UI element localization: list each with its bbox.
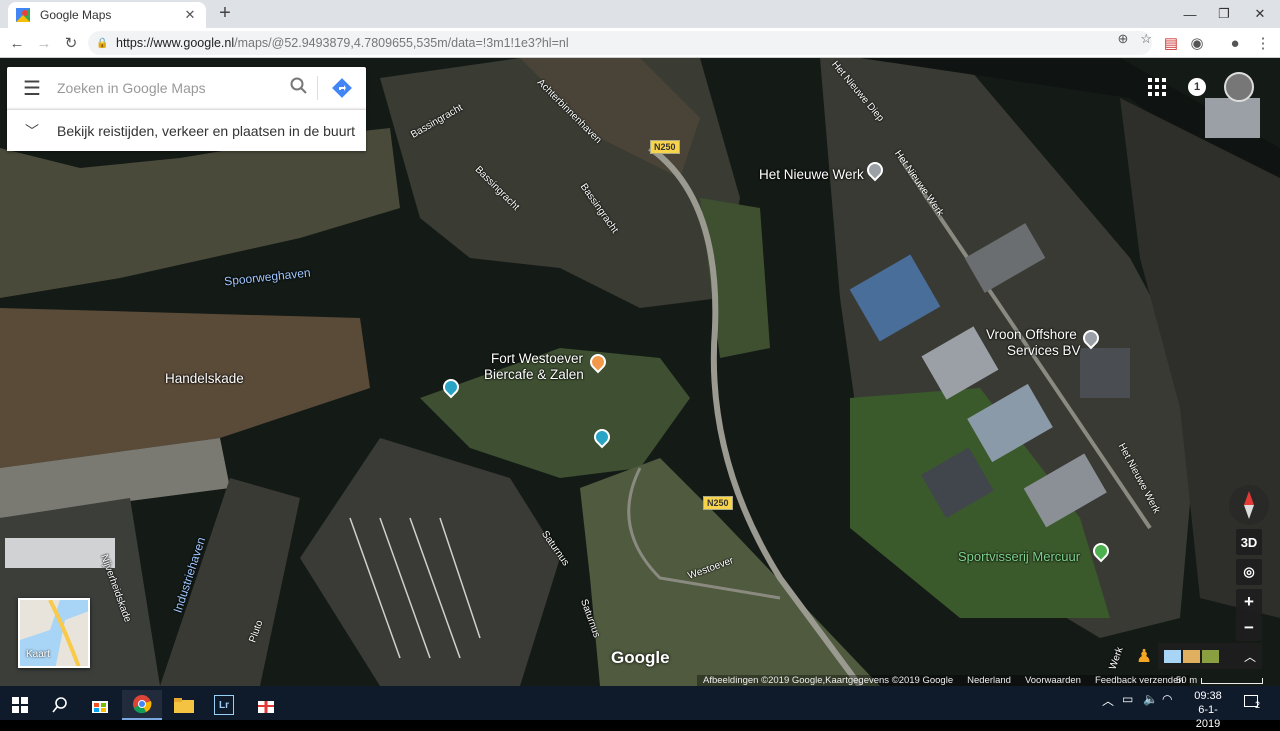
tab-strip: Google Maps ✕ + — ❐ ✕	[0, 0, 1280, 28]
label-handelskade: Handelskade	[165, 371, 244, 386]
menu-kebab-icon[interactable]: ⋮	[1252, 32, 1274, 54]
account-avatar[interactable]	[1224, 72, 1254, 102]
layer-thumbnail[interactable]	[1202, 649, 1219, 663]
url-text: https://www.google.nl/maps/@52.9493879,4…	[116, 36, 569, 50]
search-box: ☰	[7, 67, 366, 109]
address-bar[interactable]: 🔒 https://www.google.nl/maps/@52.9493879…	[88, 31, 1152, 55]
minimap-label: Kaart	[26, 649, 50, 660]
search-input[interactable]	[57, 80, 281, 96]
layer-thumbnail[interactable]	[1164, 649, 1181, 663]
clock-date: 6-1-2019	[1195, 704, 1221, 730]
label-fort-westoever[interactable]: Fort Westoever	[491, 351, 583, 366]
new-tab-button[interactable]: +	[214, 3, 236, 25]
terms-link[interactable]: Voorwaarden	[1025, 675, 1081, 686]
extension-icon[interactable]: ◉	[1186, 32, 1208, 54]
google-logo: Google	[611, 648, 670, 667]
imagery-credit: Afbeeldingen ©2019 Google,Kaartgegevens …	[703, 675, 954, 686]
road-badge-n250: N250	[703, 496, 733, 510]
my-location-icon: ◎	[1243, 564, 1255, 579]
search-taskbar-button[interactable]	[40, 690, 80, 720]
omnibox-icons: ⊕ ☆	[1117, 31, 1152, 47]
tab-title: Google Maps	[40, 8, 112, 22]
pdf-extension-icon[interactable]: ▤	[1160, 32, 1182, 54]
taskbar-clock[interactable]: 09:38 6-1-2019	[1186, 689, 1230, 731]
pegman-icon[interactable]: ♟	[1136, 646, 1152, 667]
satellite-map[interactable]: Fort Westoever Biercafe & Zalen Het Nieu…	[0, 58, 1280, 686]
label-het-nieuwe-werk[interactable]: Het Nieuwe Werk	[759, 167, 864, 182]
country-link[interactable]: Nederland	[967, 675, 1011, 686]
action-center-icon[interactable]: 2	[1244, 692, 1260, 710]
minimize-button[interactable]: —	[1172, 0, 1208, 28]
bookmark-star-icon[interactable]: ☆	[1140, 31, 1152, 47]
nearby-text: Bekijk reistijden, verkeer en plaatsen i…	[57, 122, 356, 139]
menu-hamburger-icon[interactable]: ☰	[7, 76, 57, 101]
notification-badge[interactable]: 1	[1188, 78, 1206, 96]
browser-toolbar: ← → ↻ 🔒 https://www.google.nl/maps/@52.9…	[0, 28, 1280, 58]
store-icon[interactable]	[80, 690, 120, 720]
directions-icon	[332, 78, 352, 98]
action-center-count: 2	[1255, 700, 1261, 710]
label-biercafe[interactable]: Biercafe & Zalen	[484, 367, 584, 382]
expand-up-icon[interactable]: ︿	[1244, 648, 1256, 665]
chrome-icon[interactable]	[122, 690, 162, 720]
google-maps-favicon-icon	[16, 8, 30, 22]
scale-bar[interactable]: 50 m	[1176, 675, 1264, 686]
maximize-button[interactable]: ❐	[1206, 0, 1242, 28]
google-apps-icon[interactable]	[1148, 78, 1166, 96]
back-button[interactable]: ←	[6, 32, 28, 54]
label-sportvisserij-mercuur[interactable]: Sportvisserij Mercuur	[958, 549, 1080, 564]
forward-button[interactable]: →	[33, 32, 55, 54]
feedback-link[interactable]: Feedback verzenden	[1095, 675, 1184, 686]
zoom-out-button[interactable]: −	[1236, 615, 1262, 641]
clock-time: 09:38	[1194, 690, 1222, 702]
label-vroon-services[interactable]: Services BV	[1007, 343, 1081, 358]
lock-icon: 🔒	[96, 37, 109, 49]
volume-icon[interactable]: 🔈	[1143, 692, 1158, 706]
nearby-explore-bar[interactable]: ﹀ Bekijk reistijden, verkeer en plaatsen…	[7, 109, 366, 151]
tab-close-icon[interactable]: ✕	[182, 7, 198, 23]
map-footer: Afbeeldingen ©2019 Google,Kaartgegevens …	[697, 675, 1190, 686]
battery-icon[interactable]: ▭	[1122, 692, 1133, 706]
close-window-button[interactable]: ✕	[1242, 0, 1278, 28]
3d-button[interactable]: 3D	[1236, 529, 1262, 555]
layer-thumbnail[interactable]	[1183, 649, 1200, 663]
scale-label: 50 m	[1176, 675, 1198, 686]
compass-icon	[1244, 491, 1254, 519]
gift-app-icon[interactable]	[246, 690, 286, 720]
file-explorer-icon[interactable]	[164, 690, 204, 720]
tab-google-maps[interactable]: Google Maps ✕	[8, 2, 206, 28]
label-vroon-offshore[interactable]: Vroon Offshore	[986, 327, 1077, 342]
map-view-toggle[interactable]: Kaart	[18, 598, 90, 668]
wifi-icon[interactable]: ◠	[1162, 692, 1172, 706]
profile-avatar-icon[interactable]: ●	[1224, 32, 1246, 54]
start-button[interactable]	[0, 690, 40, 720]
zoom-in-button[interactable]: +	[1236, 589, 1262, 615]
chevron-down-icon[interactable]: ﹀	[7, 121, 57, 141]
lightroom-icon[interactable]: Lr	[204, 690, 244, 720]
my-location-button[interactable]: ◎	[1236, 559, 1262, 585]
road-badge-n250: N250	[650, 140, 680, 154]
scale-line	[1201, 677, 1264, 684]
directions-button[interactable]	[318, 77, 366, 99]
reload-button[interactable]: ↻	[60, 32, 82, 54]
compass-button[interactable]	[1229, 485, 1269, 525]
search-icon	[52, 697, 67, 713]
imagery-layers-bar[interactable]: ︿	[1158, 643, 1262, 669]
zoom-icon[interactable]: ⊕	[1117, 31, 1128, 47]
search-icon[interactable]	[281, 77, 317, 100]
show-hidden-icons[interactable]: ︿	[1102, 692, 1114, 709]
windows-taskbar: Lr ︿ ▭ 🔈 ◠ 09:38 6-1-2019 2	[0, 686, 1280, 730]
windows-logo-icon	[12, 697, 28, 713]
